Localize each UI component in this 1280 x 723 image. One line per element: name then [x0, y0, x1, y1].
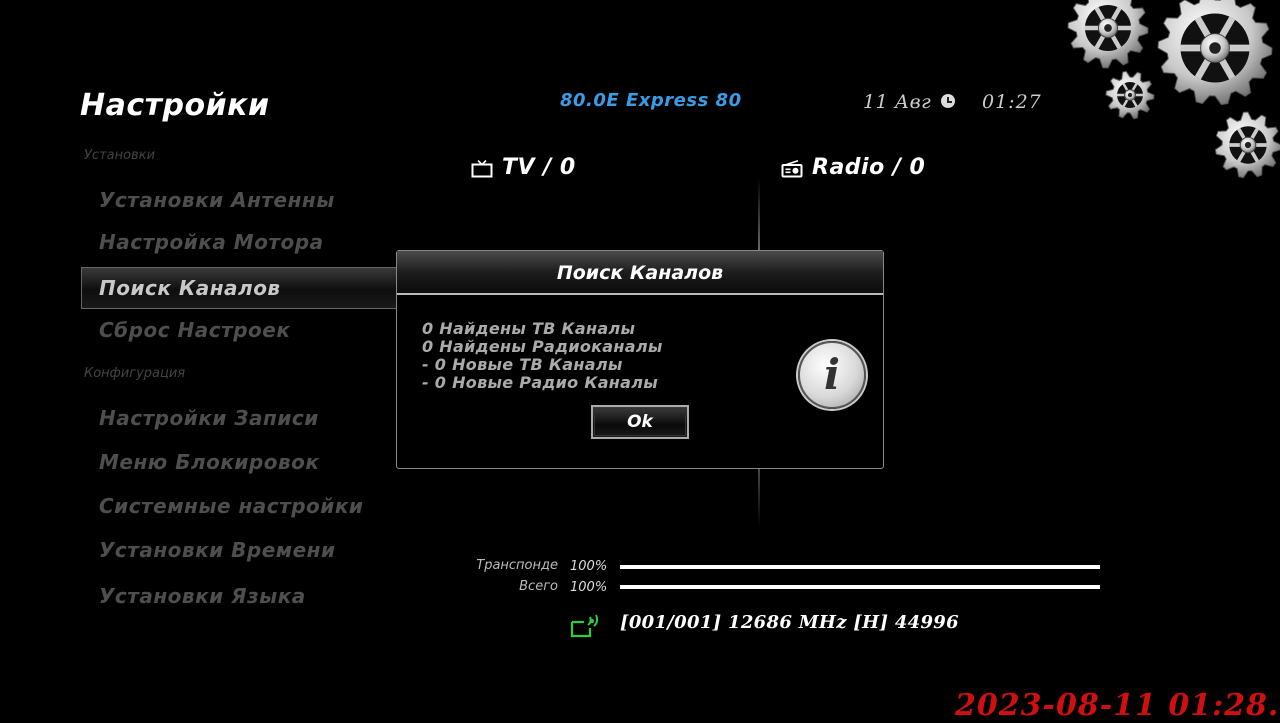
menu-item-time[interactable]: Установки Времени: [99, 538, 336, 562]
gears-logo-icon: [1067, 0, 1280, 179]
dialog-title: Поиск Каналов: [556, 262, 724, 284]
clock-icon: [941, 94, 955, 108]
dialog-message-line: - 0 Новые Радио Каналы: [422, 373, 659, 392]
info-icon: i: [798, 341, 866, 409]
menu-item-factory-reset[interactable]: Сброс Настроек: [99, 318, 290, 342]
menu-item-parental-lock[interactable]: Меню Блокировок: [99, 450, 319, 474]
section-label-install: Установки: [84, 148, 156, 163]
transponder-progress-percent: 100%: [570, 559, 608, 574]
gear-icon: [1157, 0, 1273, 106]
total-progress-label: Всего: [519, 579, 558, 594]
dialog-message-line: - 0 Новые ТВ Каналы: [422, 355, 623, 374]
ok-button[interactable]: Ok: [591, 405, 689, 439]
radio-list-header: Radio / 0: [812, 155, 926, 180]
transponder-info: [001/001] 12686 MHz [H] 44996: [620, 612, 959, 633]
menu-item-recording[interactable]: Настройки Записи: [99, 406, 319, 430]
total-progress-bar: [620, 585, 1100, 589]
transponder-progress-fill: [620, 565, 1100, 569]
menu-item-antenna[interactable]: Установки Антенны: [99, 188, 335, 212]
radio-icon: [781, 160, 803, 178]
menu-item-system[interactable]: Системные настройки: [99, 494, 363, 518]
menu-item-language[interactable]: Установки Языка: [99, 584, 306, 608]
dialog-titlebar: Поиск Каналов: [397, 251, 883, 295]
recording-timestamp: 2023-08-11 01:28.47: [955, 688, 1280, 723]
total-progress-percent: 100%: [570, 580, 608, 595]
gear-icon: [1067, 0, 1149, 69]
transponder-progress-bar: [620, 565, 1100, 569]
dialog-message-line: 0 Найдены Радиоканалы: [422, 337, 663, 356]
dialog-message-line: 0 Найдены ТВ Каналы: [422, 319, 636, 338]
transponder-progress-label: Транспонде: [476, 558, 558, 573]
menu-item-channel-search[interactable]: Поиск Каналов: [99, 276, 281, 300]
total-progress-fill: [620, 585, 1100, 589]
signal-icon: [570, 614, 599, 638]
tv-icon: [471, 160, 493, 178]
date-label: 11 Авг: [863, 91, 932, 113]
tv-list-header: TV / 0: [502, 155, 576, 180]
gear-icon: [1214, 111, 1280, 179]
time-label: 01:27: [982, 91, 1042, 113]
channel-search-dialog: Поиск Каналов 0 Найдены ТВ Каналы 0 Найд…: [396, 250, 884, 469]
section-label-config: Конфигурация: [84, 366, 186, 381]
page-title: Настройки: [80, 88, 270, 123]
gear-icon: [1105, 70, 1155, 120]
satellite-name: 80.0E Express 80: [560, 90, 742, 111]
menu-item-motor[interactable]: Настройка Мотора: [99, 230, 324, 254]
